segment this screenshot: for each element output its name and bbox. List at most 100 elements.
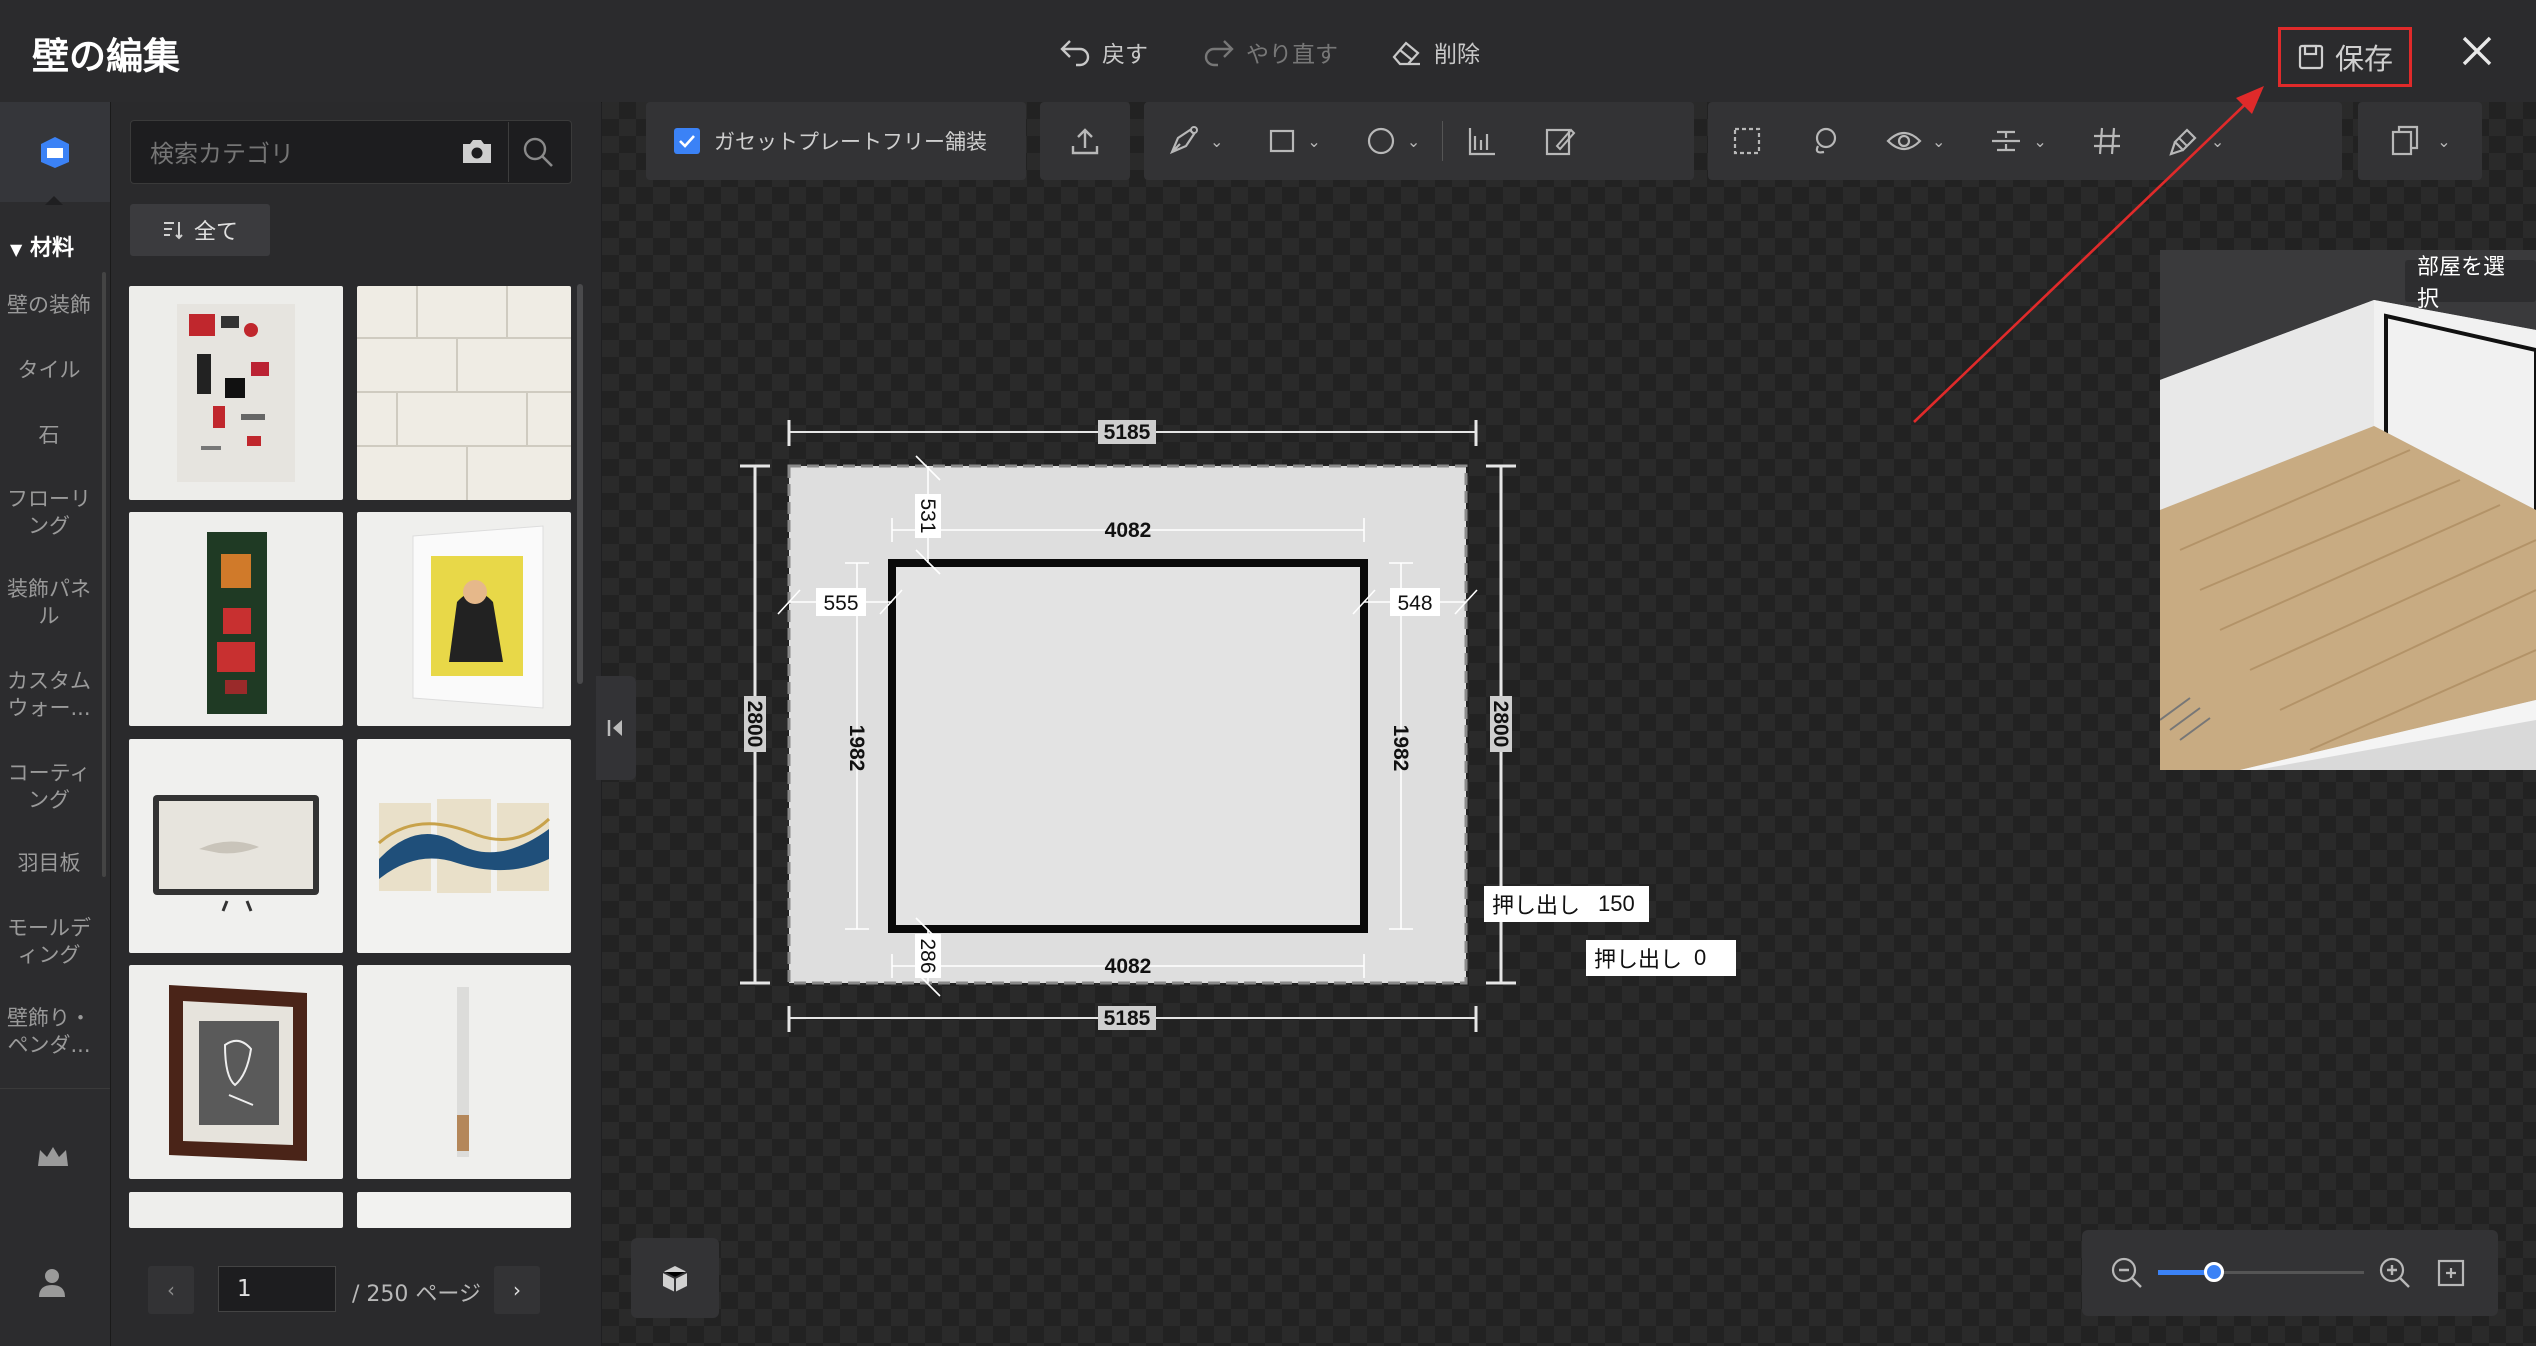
redo-icon <box>1204 40 1234 67</box>
thumbnail-image <box>169 985 307 1161</box>
material-thumbnail[interactable] <box>129 512 343 726</box>
delete-label: 削除 <box>1434 42 1480 68</box>
upload-button[interactable] <box>1040 102 1130 180</box>
fit-view-button[interactable] <box>2436 1258 2466 1288</box>
chevron-down-icon: ⌄ <box>2437 131 2451 151</box>
extrude-outer-value[interactable]: 0 <box>1694 945 1706 971</box>
bottom-offset-label: 286 <box>916 938 939 973</box>
top-width-label: 5185 <box>1104 421 1151 444</box>
search-input[interactable] <box>148 136 452 172</box>
left-offset-label: 555 <box>823 592 858 615</box>
material-thumbnail[interactable] <box>129 1192 343 1228</box>
page-total: / 250 ページ <box>352 1282 481 1307</box>
camera-icon <box>463 140 491 163</box>
material-thumbnail[interactable] <box>357 286 571 500</box>
pen-tool-icon <box>1169 126 1198 155</box>
category-item[interactable]: カスタム ウォー... <box>0 668 98 722</box>
select-area-button[interactable] <box>1708 124 1786 158</box>
active-tab-indicator <box>45 196 63 205</box>
collapse-left-icon <box>607 720 622 736</box>
chevron-down-icon: ⌄ <box>1210 131 1224 151</box>
rail-scrollbar[interactable] <box>102 272 106 877</box>
delete-button[interactable]: 削除 <box>1390 30 1480 74</box>
filter-all-button[interactable]: 全て <box>130 204 270 256</box>
circle-tool-button[interactable]: ⌄ <box>1343 125 1442 157</box>
zoom-slider[interactable] <box>2158 1262 2364 1282</box>
category-item[interactable]: 羽目板 <box>0 850 98 877</box>
zoom-slider-handle[interactable] <box>2203 1262 2224 1282</box>
material-thumbnail[interactable] <box>357 739 571 953</box>
material-thumbnail[interactable] <box>129 286 343 500</box>
category-item[interactable]: フローリ ング <box>0 486 98 540</box>
material-thumbnail[interactable] <box>129 965 343 1179</box>
close-button[interactable] <box>2456 30 2498 72</box>
material-thumbnail[interactable] <box>357 512 571 726</box>
zoom-in-icon <box>2379 1257 2410 1288</box>
undo-icon <box>1060 40 1090 67</box>
save-button[interactable]: 保存 <box>2278 27 2412 87</box>
divider <box>508 122 509 182</box>
category-item[interactable]: 壁飾り・ ペンダ... <box>0 1005 98 1059</box>
right-offset-label: 548 <box>1397 592 1432 615</box>
panel-scrollbar[interactable] <box>577 284 583 684</box>
category-header-label: 材料 <box>29 236 74 261</box>
align-tool-button[interactable] <box>1443 124 1521 158</box>
extrude-inner-value[interactable]: 150 <box>1592 891 1641 917</box>
category-item[interactable]: タイル <box>0 357 98 384</box>
fit-view-icon <box>2437 1259 2465 1287</box>
next-page-button[interactable]: › <box>494 1266 540 1314</box>
floppy-disk-icon <box>2298 44 2324 70</box>
category-item[interactable]: 石 <box>0 422 98 449</box>
thumbnail-image <box>378 799 551 893</box>
redo-button[interactable]: やり直す <box>1202 30 1338 74</box>
pen-tool-button[interactable]: ⌄ <box>1144 124 1245 158</box>
3d-view-button[interactable] <box>631 1238 719 1318</box>
gusset-option[interactable]: ガセットプレートフリー舗装 <box>646 102 1026 180</box>
category-item[interactable]: 壁の装飾 <box>0 292 98 319</box>
image-search-button[interactable] <box>460 136 494 166</box>
extrude-inner-tag[interactable]: 押し出し 150 <box>1484 886 1649 922</box>
gusset-checkbox[interactable] <box>674 128 700 154</box>
category-header[interactable]: ▼ 材料 <box>10 230 74 262</box>
search-button[interactable] <box>520 134 556 170</box>
top-offset-label: 531 <box>916 498 939 533</box>
edit-icon <box>1546 128 1576 156</box>
extrude-inner-label: 押し出し <box>1492 893 1581 918</box>
materials-icon <box>41 137 69 168</box>
bottom-width-dimension: 5185 <box>787 1006 1478 1032</box>
draw-tools-group: ⌄ ⌄ ⌄ <box>1144 102 1694 180</box>
premium-button[interactable] <box>34 1142 72 1174</box>
thumbnail-image <box>177 304 295 482</box>
chevron-down-icon: ⌄ <box>1406 131 1421 151</box>
copy-button[interactable]: ⌄ <box>2358 102 2482 180</box>
lasso-tool-button[interactable] <box>1786 124 1864 158</box>
category-item[interactable]: コーティ ング <box>0 760 98 814</box>
material-thumbnail[interactable] <box>357 965 571 1179</box>
thumbnail-image <box>207 532 267 714</box>
opening-frame[interactable] <box>888 559 1368 933</box>
top-width-dimension: 5185 <box>787 420 1478 446</box>
select-area-icon <box>1733 127 1761 155</box>
account-button[interactable] <box>34 1264 70 1300</box>
gusset-label: ガセットプレートフリー舗装 <box>714 130 987 154</box>
inner-left-height-label: 1982 <box>845 725 868 772</box>
prev-page-button[interactable]: ‹ <box>148 1266 194 1314</box>
extrude-outer-tag[interactable]: 押し出し 0 <box>1586 940 1736 976</box>
rectangle-tool-button[interactable]: ⌄ <box>1245 126 1342 156</box>
material-thumbnail[interactable] <box>357 1192 571 1228</box>
materials-tab[interactable] <box>0 102 110 202</box>
select-room-button[interactable]: 部屋を選択 <box>2405 255 2536 312</box>
category-item[interactable]: モールデ ィング <box>0 915 98 969</box>
collapse-panel-button[interactable] <box>596 676 636 780</box>
left-height-dimension: 2800 <box>740 464 770 985</box>
rectangle-icon <box>1270 129 1295 153</box>
chevron-right-icon: › <box>513 1278 521 1302</box>
undo-button[interactable]: 戻す <box>1058 30 1148 74</box>
crown-icon <box>38 1147 68 1166</box>
edit-shape-button[interactable] <box>1521 124 1599 158</box>
page-number-input[interactable] <box>218 1266 336 1312</box>
zoom-out-button[interactable] <box>2110 1256 2144 1290</box>
material-thumbnail[interactable] <box>129 739 343 953</box>
category-item[interactable]: 装飾パネル <box>0 576 98 630</box>
zoom-in-button[interactable] <box>2378 1256 2412 1290</box>
